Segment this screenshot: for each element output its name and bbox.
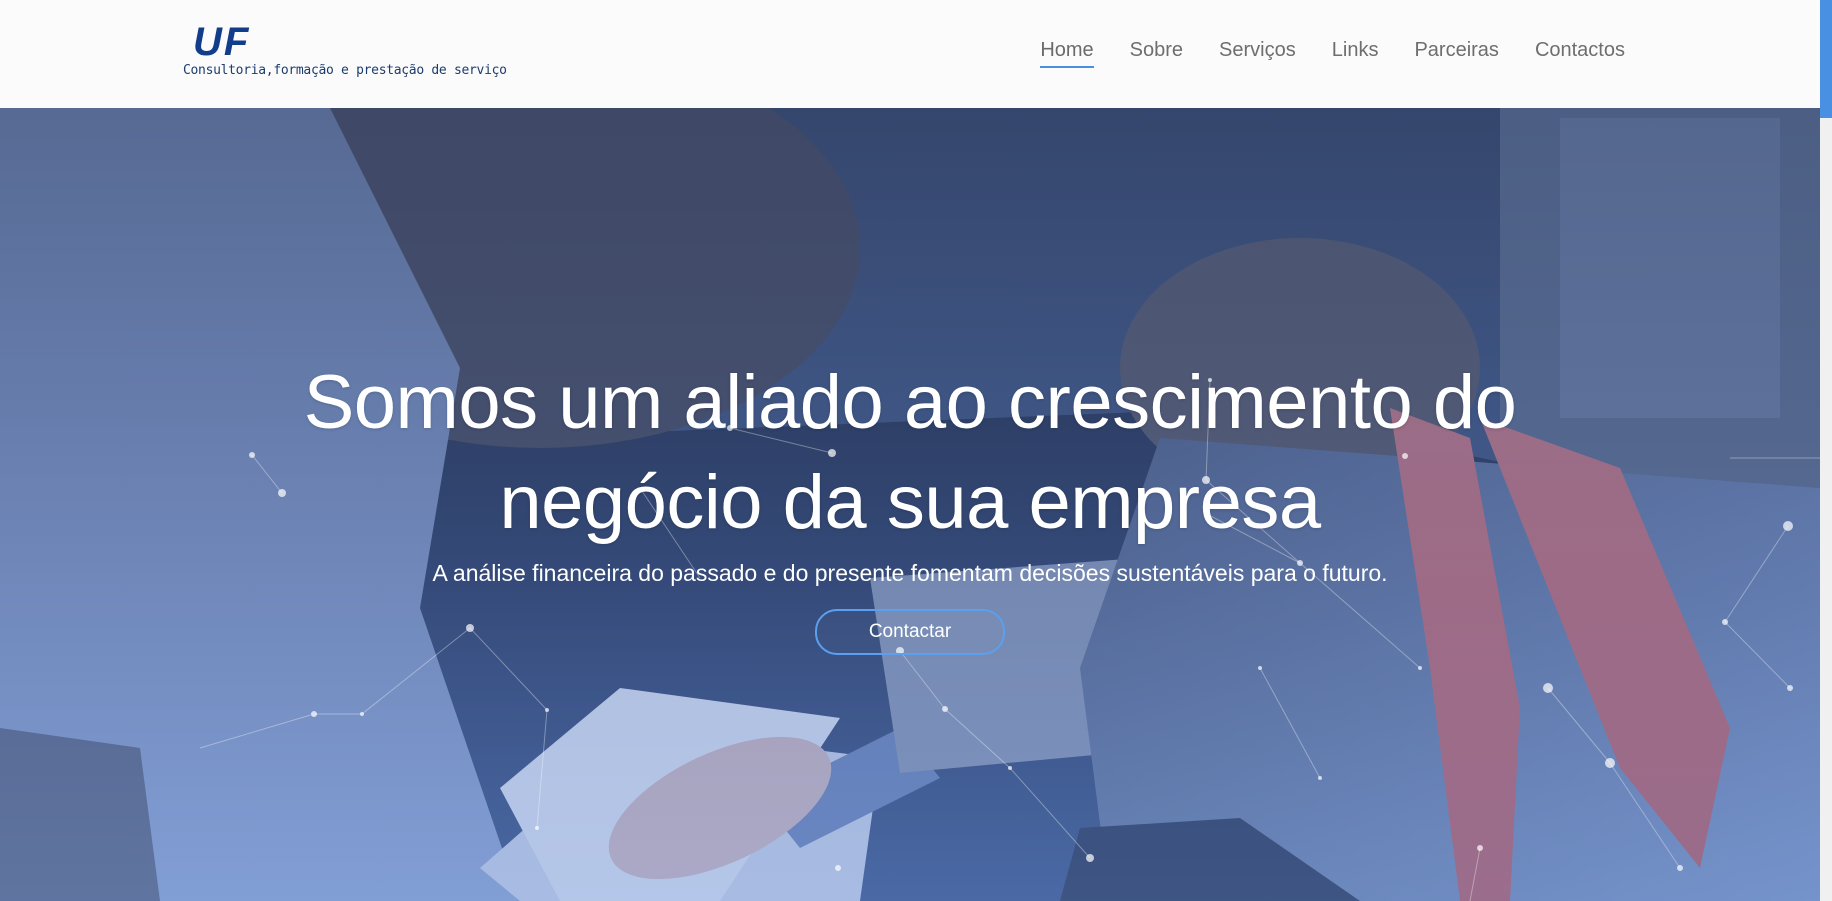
main-nav: Home Sobre Serviços Links Parceiras Cont… (1040, 38, 1625, 68)
nav-home[interactable]: Home (1040, 38, 1094, 68)
hero-subtitle: A análise financeira do passado e do pre… (432, 560, 1388, 586)
nav-links[interactable]: Links (1332, 38, 1379, 68)
nav-parceiras[interactable]: Parceiras (1414, 38, 1498, 68)
nav-contactos[interactable]: Contactos (1535, 38, 1625, 68)
scrollbar-track[interactable] (1820, 0, 1832, 901)
site-header: UF Consultoria,formação e prestação de s… (0, 0, 1820, 108)
nav-sobre[interactable]: Sobre (1130, 38, 1183, 68)
hero-content: Somos um aliado ao crescimento do negóci… (0, 353, 1820, 655)
logo[interactable]: UF Consultoria,formação e prestação de s… (183, 18, 523, 88)
contactar-button[interactable]: Contactar (815, 609, 1005, 655)
page: UF Consultoria,formação e prestação de s… (0, 0, 1832, 901)
logo-tagline: Consultoria,formação e prestação de serv… (183, 63, 507, 78)
scrollbar-thumb[interactable] (1820, 0, 1832, 118)
nav-servicos[interactable]: Serviços (1219, 38, 1296, 68)
logo-mark: UF (193, 20, 251, 64)
hero-title: Somos um aliado ao crescimento do negóci… (303, 360, 1517, 545)
hero-section: Somos um aliado ao crescimento do negóci… (0, 108, 1820, 901)
